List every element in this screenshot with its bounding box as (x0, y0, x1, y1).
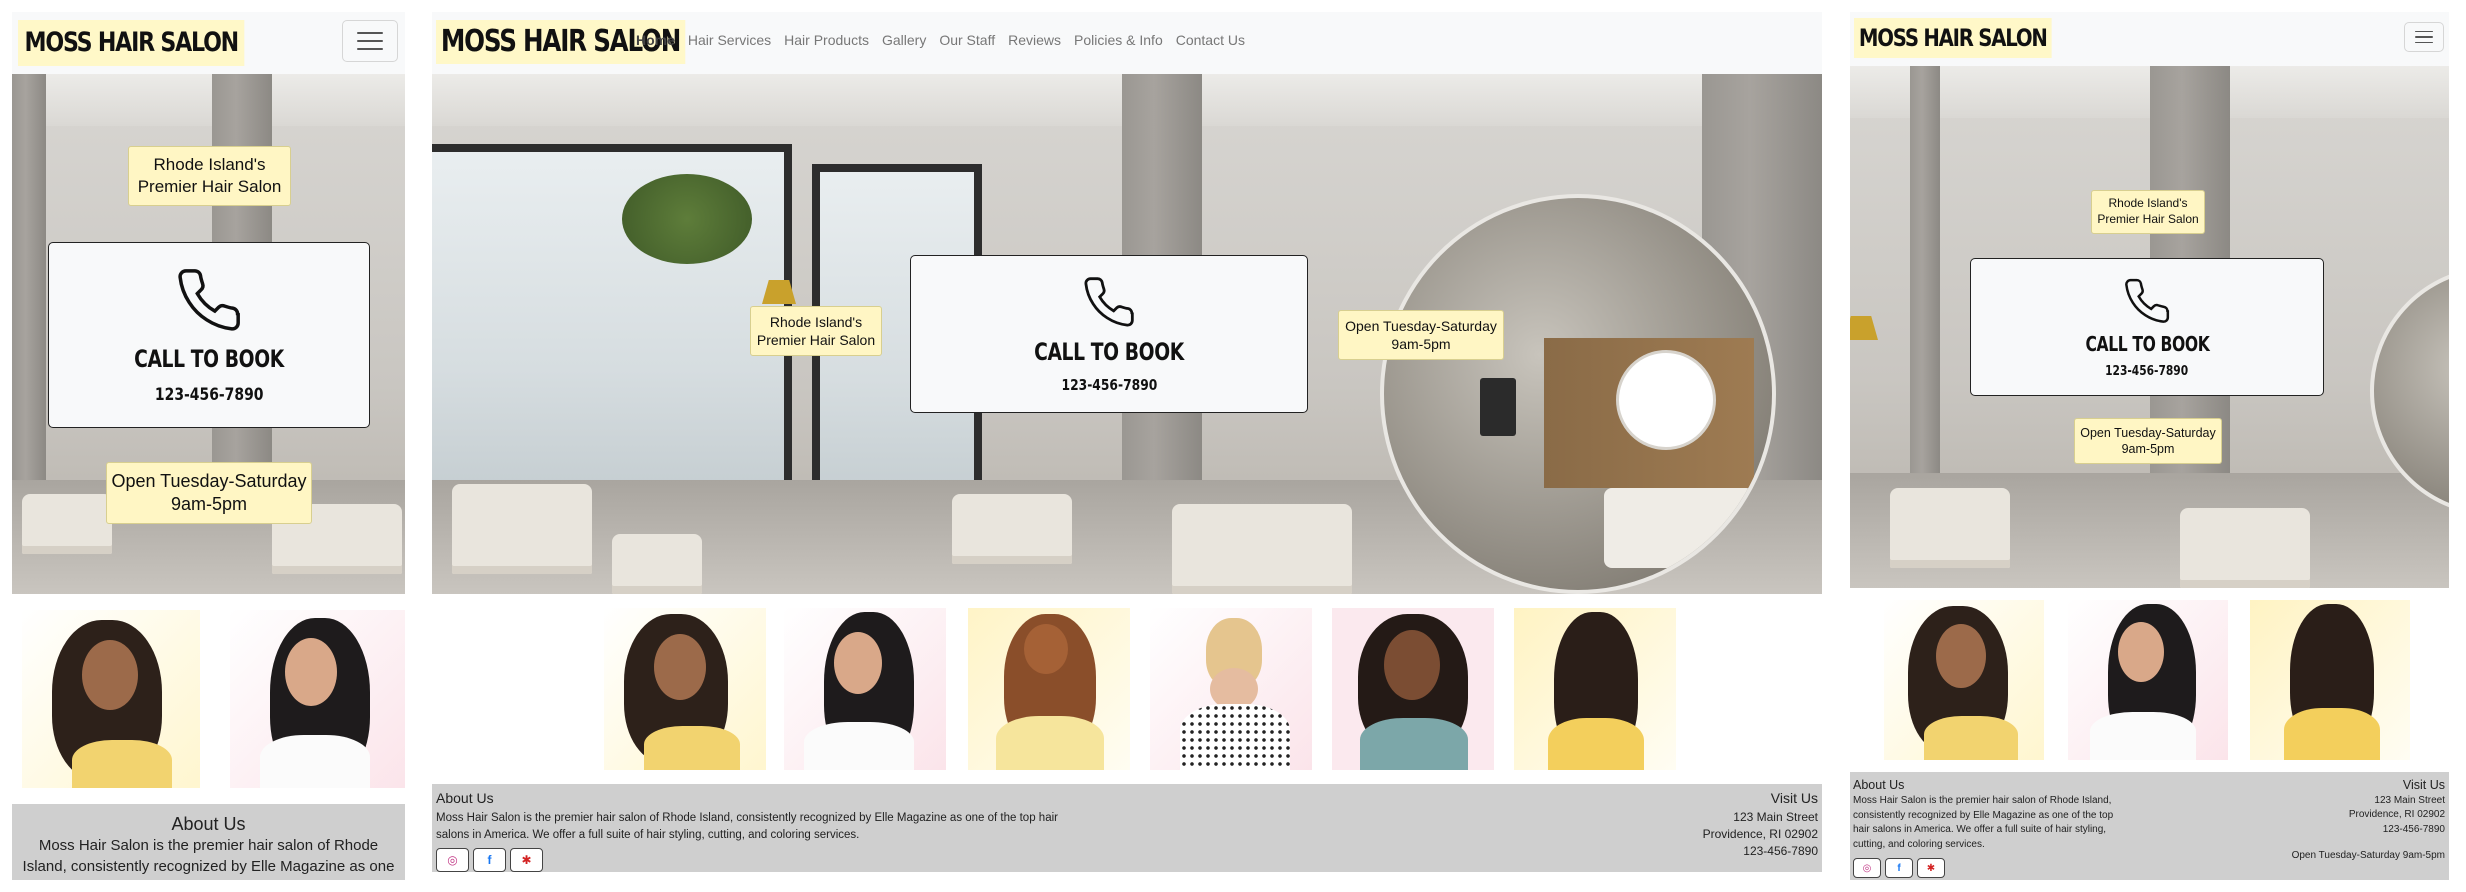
premier-salon-badge: Rhode Island's Premier Hair Salon (128, 146, 291, 206)
hours-line-2: 9am-5pm (1391, 336, 1451, 352)
tablet-view: MOSS HAIR SALON Rhode Island's Premier H… (1850, 12, 2449, 880)
instagram-icon[interactable]: ◎ (436, 848, 469, 872)
gallery-thumbnail[interactable] (1514, 608, 1676, 770)
hours-line-1: Open Tuesday-Saturday (2080, 425, 2216, 440)
gallery-thumbnail[interactable] (1150, 608, 1312, 770)
gallery-thumbnail[interactable] (784, 608, 946, 770)
gallery-thumbnail[interactable] (22, 610, 200, 788)
nav-link-home[interactable]: Home (636, 32, 675, 48)
footer: About Us Moss Hair Salon is the premier … (1850, 772, 2449, 880)
premier-line-2: Premier Hair Salon (2097, 212, 2199, 226)
nav-link-reviews[interactable]: Reviews (1008, 32, 1061, 48)
about-heading: About Us (1853, 778, 1905, 792)
navbar: MOSS HAIR SALON Home Hair Services Hair … (432, 12, 1822, 74)
about-text: Moss Hair Salon is the premier hair salo… (1853, 795, 2114, 850)
gallery-thumbnail[interactable] (230, 610, 405, 788)
booking-phone-number[interactable]: 123-456-7890 (1061, 376, 1157, 394)
call-to-book-card[interactable]: CALL TO BOOK 123-456-7890 (48, 242, 370, 428)
premier-line-1: Rhode Island's (769, 313, 863, 330)
gallery-thumbnail[interactable] (1332, 608, 1494, 770)
footer-phone[interactable]: 123-456-7890 (2292, 823, 2445, 838)
nav-link-gallery[interactable]: Gallery (882, 32, 926, 48)
hours-badge: Open Tuesday-Saturday 9am-5pm (1338, 310, 1504, 360)
social-links: ◎ f ✱ (436, 848, 543, 872)
gallery-thumbnail[interactable] (2068, 600, 2228, 760)
about-text: Moss Hair Salon is the premier hair salo… (22, 837, 395, 880)
address-line-2: Providence, RI 02902 (1702, 827, 1818, 841)
nav-link-hair-services[interactable]: Hair Services (688, 32, 771, 48)
call-to-book-title: CALL TO BOOK (1034, 338, 1184, 366)
hours-line-1: Open Tuesday-Saturday (1345, 317, 1497, 334)
yelp-icon[interactable]: ✱ (1917, 858, 1945, 878)
nav-link-contact[interactable]: Contact Us (1176, 32, 1245, 48)
desktop-view: MOSS HAIR SALON Home Hair Services Hair … (432, 12, 1822, 872)
instagram-icon[interactable]: ◎ (1853, 858, 1881, 878)
premier-salon-badge: Rhode Island's Premier Hair Salon (2091, 190, 2205, 234)
nav-link-policies[interactable]: Policies & Info (1074, 32, 1163, 48)
call-to-book-title: CALL TO BOOK (2085, 331, 2209, 356)
booking-phone-number[interactable]: 123-456-7890 (2105, 364, 2188, 379)
navbar: MOSS HAIR SALON (12, 12, 405, 74)
about-heading: About Us (171, 814, 246, 834)
facebook-icon[interactable]: f (473, 848, 506, 872)
booking-phone-number[interactable]: 123-456-7890 (155, 385, 264, 405)
hero-image: Rhode Island's Premier Hair Salon CALL T… (12, 74, 405, 594)
main-nav: Home Hair Services Hair Products Gallery… (636, 32, 1258, 48)
hours-badge: Open Tuesday-Saturday 9am-5pm (2074, 418, 2222, 464)
brand-logo[interactable]: MOSS HAIR SALON (18, 20, 245, 66)
about-heading: About Us (436, 790, 494, 806)
hours-line-2: 9am-5pm (2121, 442, 2175, 456)
premier-line-1: Rhode Island's (2108, 196, 2188, 211)
hours-badge: Open Tuesday-Saturday 9am-5pm (106, 462, 312, 524)
hero-image: Rhode Island's Premier Hair Salon CALL T… (1850, 66, 2449, 588)
hamburger-icon-line (357, 40, 383, 42)
gallery-thumbnail[interactable] (2250, 600, 2410, 760)
about-text: Moss Hair Salon is the premier hair salo… (436, 812, 1058, 841)
footer-phone[interactable]: 123-456-7890 (1703, 843, 1818, 860)
phone-icon (2125, 278, 2170, 323)
phone-icon (178, 269, 240, 331)
premier-salon-badge: Rhode Island's Premier Hair Salon (750, 306, 882, 356)
yelp-icon[interactable]: ✱ (510, 848, 543, 872)
visit-us: Visit Us 123 Main Street Providence, RI … (1703, 790, 1818, 860)
gallery-thumbnail[interactable] (1884, 600, 2044, 760)
call-to-book-title: CALL TO BOOK (134, 345, 284, 373)
hero-image: Rhode Island's Premier Hair Salon CALL T… (432, 74, 1822, 594)
address-line-2: Providence, RI 02902 (2348, 809, 2445, 820)
gallery-thumbnail[interactable] (604, 608, 766, 770)
hamburger-icon (357, 32, 383, 34)
menu-toggle-button[interactable] (2404, 22, 2444, 52)
footer-hours: Open Tuesday-Saturday 9am-5pm (2291, 850, 2445, 861)
hours-line-1: Open Tuesday-Saturday (111, 470, 307, 491)
navbar: MOSS HAIR SALON (1850, 12, 2449, 66)
premier-line-2: Premier Hair Salon (137, 177, 282, 196)
call-to-book-card[interactable]: CALL TO BOOK 123-456-7890 (1970, 258, 2324, 396)
hamburger-icon-line (357, 48, 383, 50)
facebook-icon[interactable]: f (1885, 858, 1913, 878)
nav-link-our-staff[interactable]: Our Staff (939, 32, 995, 48)
hamburger-icon-line (2415, 41, 2433, 44)
premier-line-2: Premier Hair Salon (756, 332, 876, 348)
menu-toggle-button[interactable] (342, 20, 398, 62)
premier-line-1: Rhode Island's (153, 154, 266, 174)
phone-icon (1084, 277, 1134, 327)
nav-link-hair-products[interactable]: Hair Products (784, 32, 869, 48)
visit-heading: Visit Us (2402, 778, 2445, 792)
address-line-1: 123 Main Street (2374, 794, 2445, 806)
social-links: ◎ f ✱ (1853, 858, 1945, 878)
mobile-view: MOSS HAIR SALON Rhode Island's Premier H… (12, 12, 405, 880)
visit-heading: Visit Us (1770, 790, 1818, 806)
address-line-1: 123 Main Street (1733, 810, 1818, 824)
call-to-book-card[interactable]: CALL TO BOOK 123-456-7890 (910, 255, 1308, 413)
visit-us: Visit Us 123 Main Street Providence, RI … (2292, 778, 2445, 864)
hamburger-icon (2415, 30, 2433, 33)
footer: About Us Moss Hair Salon is the premier … (12, 804, 405, 880)
hamburger-icon-line (2415, 36, 2433, 38)
gallery-thumbnail[interactable] (968, 608, 1130, 770)
footer: About Us Moss Hair Salon is the premier … (432, 784, 1822, 872)
hours-line-2: 9am-5pm (170, 494, 248, 514)
brand-logo[interactable]: MOSS HAIR SALON (1854, 18, 2052, 58)
